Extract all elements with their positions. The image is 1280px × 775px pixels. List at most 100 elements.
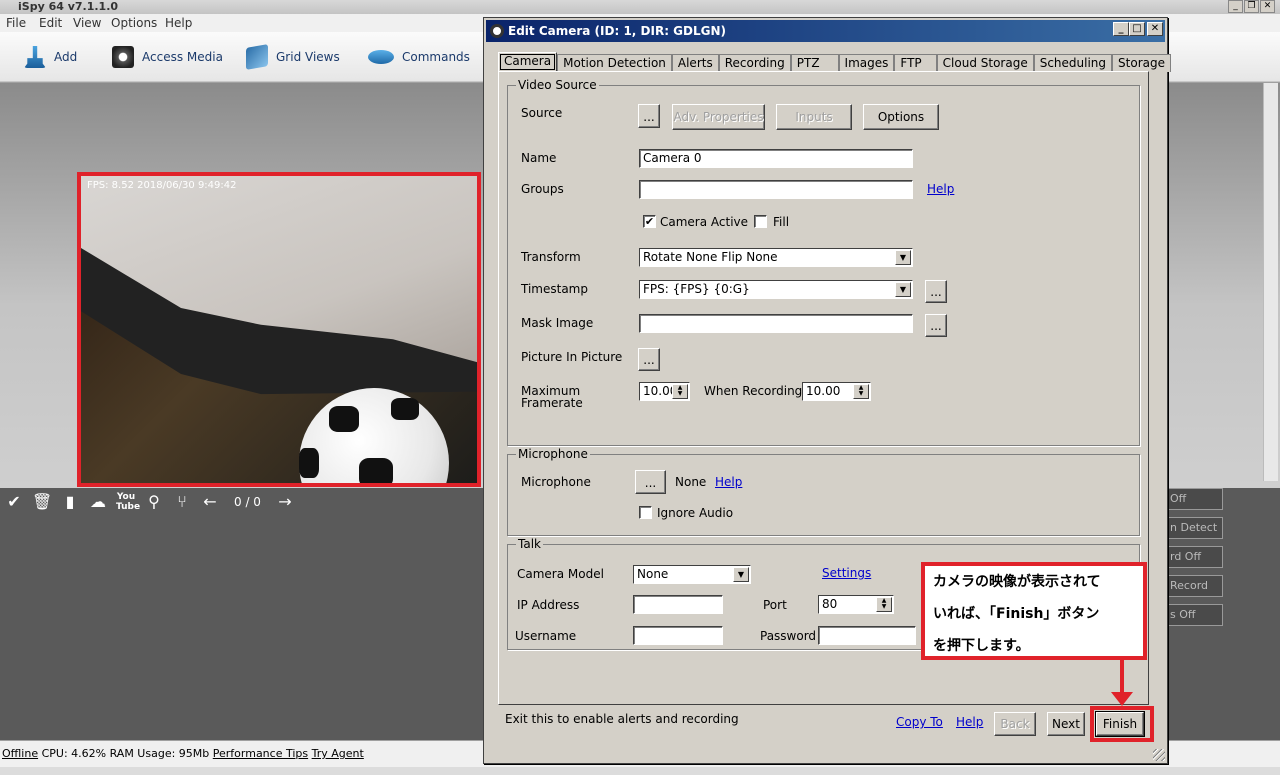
pip-browse-button[interactable]: ...	[638, 348, 660, 371]
tab-cloud-storage[interactable]: Cloud Storage	[936, 54, 1034, 72]
try-agent-link[interactable]: Try Agent	[312, 747, 364, 760]
fill-checkbox[interactable]	[754, 215, 767, 228]
grid-views-icon	[246, 44, 268, 70]
app-title: iSpy 64 v7.1.1.0	[0, 0, 1280, 14]
when-recording-spinner[interactable]: 10.00 ▲ ▼	[802, 382, 871, 401]
microphone-help-link[interactable]: Help	[715, 475, 742, 489]
main-minimize-button[interactable]: _	[1228, 0, 1243, 13]
ip-address-field[interactable]	[633, 595, 723, 614]
spinner-arrows-icon[interactable]: ▲ ▼	[876, 597, 892, 612]
right-button-3[interactable]: rd Off	[1165, 546, 1223, 568]
annotation-callout: カメラの映像が表示されて いれば、「Finish」ボタン を押下します。	[921, 562, 1147, 660]
menu-options[interactable]: Options	[111, 16, 157, 30]
groups-help-link[interactable]: Help	[927, 182, 954, 196]
right-button-2[interactable]: n Detect	[1165, 517, 1223, 539]
max-framerate-spinner[interactable]: 10.00 ▲ ▼	[639, 382, 690, 401]
tab-ptz[interactable]: PTZ	[790, 54, 839, 72]
check-icon[interactable]: ✔	[4, 492, 24, 512]
adv-properties-button[interactable]: Adv. Properties	[672, 104, 765, 130]
right-button-5[interactable]: s Off	[1165, 604, 1223, 626]
tab-motion-detection[interactable]: Motion Detection	[557, 54, 672, 72]
grid-views-label: Grid Views	[276, 50, 340, 64]
back-button[interactable]: Back	[994, 712, 1036, 736]
search-icon[interactable]: ⚲	[144, 492, 164, 512]
cloud-upload-icon[interactable]: ☁	[88, 492, 108, 512]
mask-image-field[interactable]	[639, 314, 913, 333]
source-label: Source	[521, 106, 563, 120]
menu-view[interactable]: View	[73, 16, 101, 30]
camera-active-label: Camera Active	[660, 215, 749, 229]
transform-select[interactable]: Rotate None Flip None ▼	[639, 248, 913, 267]
timestamp-browse-button[interactable]: ...	[925, 280, 947, 303]
right-button-4[interactable]: Record	[1165, 575, 1223, 597]
tab-ftp[interactable]: FTP	[894, 54, 937, 72]
media-counter: 0 / 0	[234, 495, 261, 509]
arrow-left-icon[interactable]: ←	[200, 492, 220, 512]
spinner-arrows-icon[interactable]: ▲ ▼	[672, 384, 688, 399]
add-button[interactable]: Add	[24, 44, 77, 70]
talk-settings-link[interactable]: Settings	[822, 566, 871, 580]
main-close-button[interactable]: ✕	[1260, 0, 1275, 13]
commands-button[interactable]: Commands	[368, 44, 470, 70]
grid-views-button[interactable]: Grid Views	[246, 44, 340, 70]
options-button[interactable]: Options	[863, 104, 939, 130]
performance-tips-link[interactable]: Performance Tips	[213, 747, 308, 760]
camera-model-label: Camera Model	[517, 567, 604, 581]
camera-fps-overlay: FPS: 8.52 2018/06/30 9:49:42	[87, 180, 237, 191]
tab-storage[interactable]: Storage	[1112, 54, 1171, 72]
groups-field[interactable]	[639, 180, 913, 199]
camera-model-select[interactable]: None ▼	[633, 565, 751, 584]
microphone-group: Microphone Microphone ... None Help Igno…	[507, 447, 1140, 536]
camera-preview[interactable]: FPS: 8.52 2018/06/30 9:49:42	[77, 172, 481, 487]
username-field[interactable]	[633, 626, 723, 645]
timestamp-label: Timestamp	[521, 282, 588, 296]
trash-icon[interactable]: 🗑	[32, 492, 52, 512]
microphone-label: Microphone	[521, 475, 591, 489]
password-field[interactable]	[818, 626, 916, 645]
footer-hint: Exit this to enable alerts and recording	[505, 712, 739, 726]
main-scrollbar[interactable]	[1263, 83, 1278, 481]
access-media-label: Access Media	[142, 50, 223, 64]
next-button[interactable]: Next	[1047, 712, 1085, 736]
camera-active-checkbox[interactable]: ✔	[643, 215, 656, 228]
arrow-right-icon[interactable]: →	[275, 492, 295, 512]
menu-file[interactable]: File	[6, 16, 26, 30]
ignore-audio-label: Ignore Audio	[657, 506, 734, 520]
youtube-icon[interactable]: You Tube	[116, 492, 140, 512]
right-button-1[interactable]: Off	[1165, 488, 1223, 510]
taskbar-strip	[0, 767, 1280, 775]
dialog-minimize-button[interactable]: _	[1113, 22, 1129, 36]
source-browse-button[interactable]: ...	[638, 104, 660, 128]
microphone-browse-button[interactable]: ...	[635, 470, 666, 494]
access-media-button[interactable]: Access Media	[112, 44, 223, 70]
resize-grip-icon[interactable]	[1153, 749, 1165, 761]
footer-help-link[interactable]: Help	[956, 715, 983, 729]
mask-image-browse-button[interactable]: ...	[925, 314, 947, 337]
finish-highlight-box	[1090, 706, 1154, 742]
dialog-close-button[interactable]: ✕	[1147, 22, 1163, 36]
tab-recording[interactable]: Recording	[718, 54, 791, 72]
inputs-button[interactable]: Inputs	[776, 104, 852, 130]
main-restore-button[interactable]: ❐	[1244, 0, 1259, 13]
commands-label: Commands	[402, 50, 470, 64]
port-spinner[interactable]: 80 ▲ ▼	[818, 595, 894, 614]
name-field[interactable]: Camera 0	[639, 149, 913, 168]
bookmark-icon[interactable]: ▮	[60, 492, 80, 512]
when-recording-label: When Recording	[704, 384, 803, 398]
max-framerate-label-2: Framerate	[521, 396, 583, 410]
tab-camera[interactable]: Camera	[498, 52, 558, 72]
timestamp-select[interactable]: FPS: {FPS} {0:G} ▼	[639, 280, 913, 299]
add-camera-icon	[24, 46, 46, 68]
menu-help[interactable]: Help	[165, 16, 192, 30]
ignore-audio-checkbox[interactable]	[639, 506, 652, 519]
tab-scheduling[interactable]: Scheduling	[1033, 54, 1113, 72]
menu-edit[interactable]: Edit	[39, 16, 62, 30]
spinner-arrows-icon[interactable]: ▲ ▼	[853, 384, 869, 399]
dialog-title: Edit Camera (ID: 1, DIR: GDLGN)	[508, 24, 727, 38]
tab-images[interactable]: Images	[838, 54, 895, 72]
copy-to-link[interactable]: Copy To	[896, 715, 943, 729]
offline-link[interactable]: Offline	[2, 747, 38, 760]
share-icon[interactable]: ⑂	[172, 492, 192, 512]
dialog-maximize-button[interactable]: □	[1129, 22, 1145, 36]
tab-alerts[interactable]: Alerts	[671, 54, 719, 72]
